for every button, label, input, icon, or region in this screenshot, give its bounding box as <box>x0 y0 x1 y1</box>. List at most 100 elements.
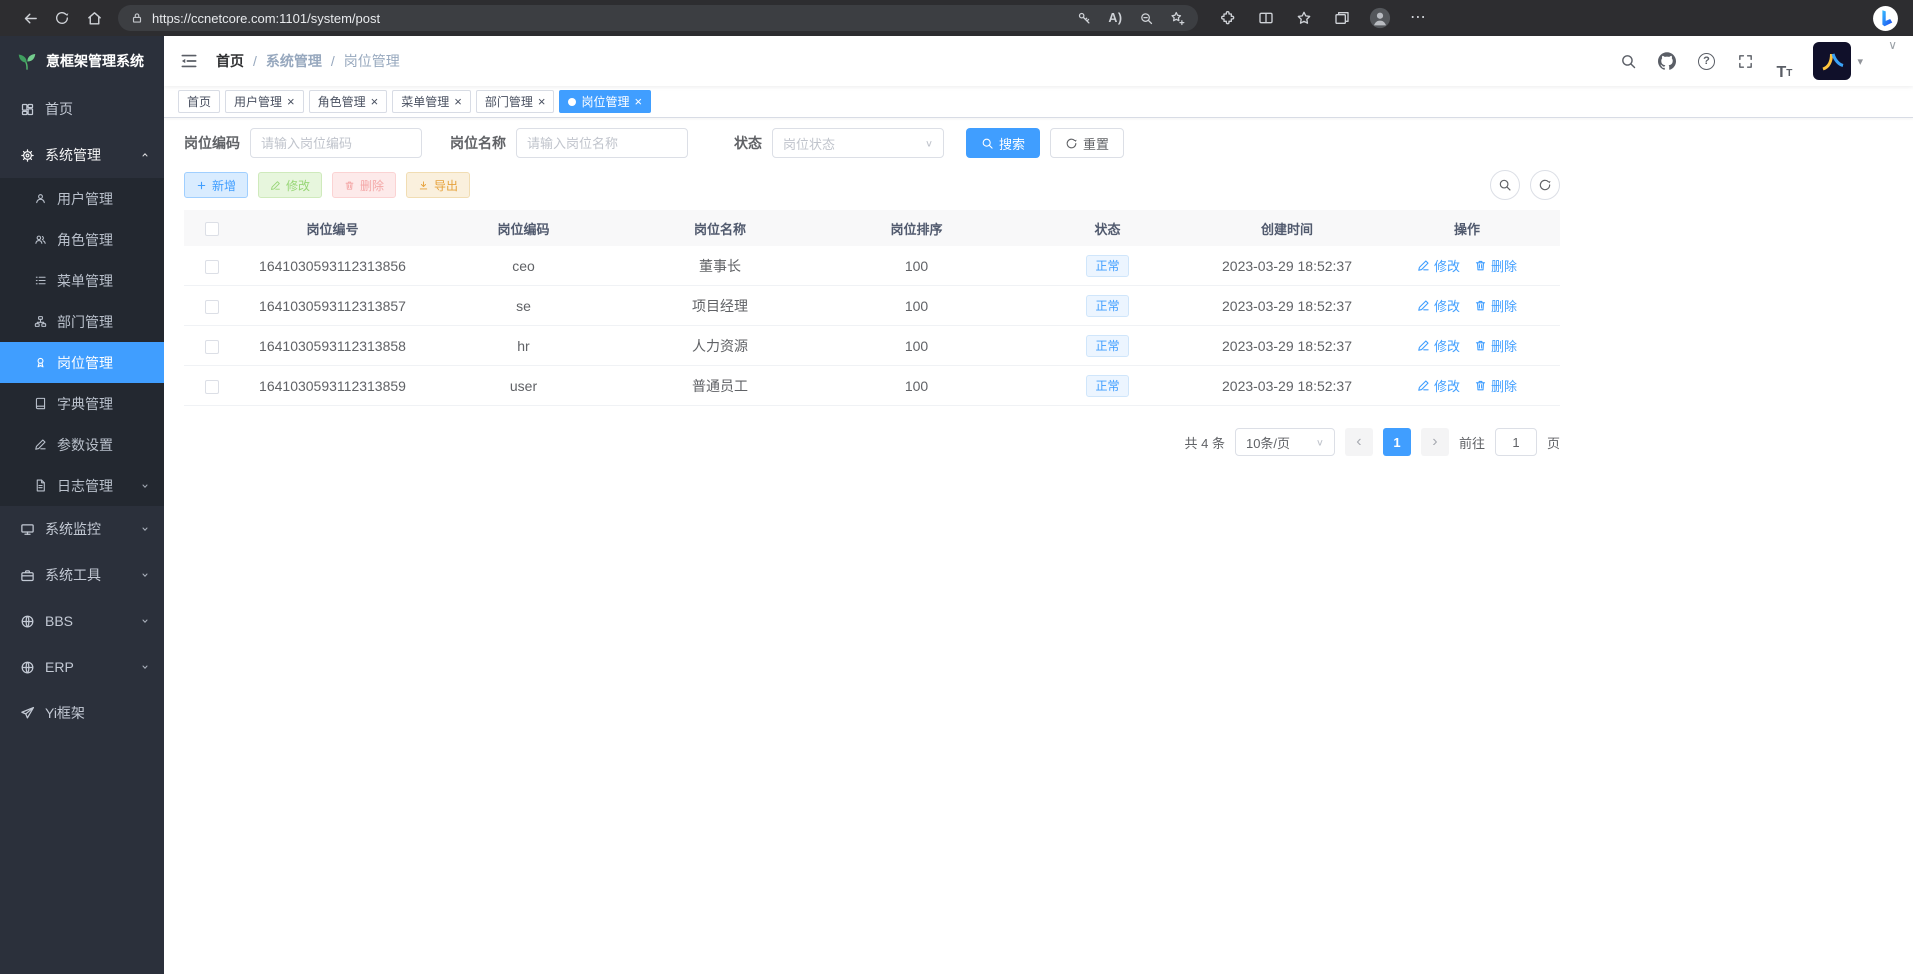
close-icon[interactable]: × <box>454 95 462 108</box>
plus-icon <box>196 180 207 191</box>
extensions-button[interactable] <box>1212 3 1244 33</box>
row-delete-button[interactable]: 删除 <box>1474 336 1517 355</box>
edit-pen-icon <box>1417 339 1430 352</box>
header-search-button[interactable] <box>1612 41 1644 81</box>
post-name-input[interactable] <box>516 128 688 158</box>
tree-icon <box>34 315 47 328</box>
row-delete-button[interactable]: 删除 <box>1474 376 1517 395</box>
close-icon[interactable]: × <box>634 95 642 108</box>
prev-page-button[interactable]: ‹ <box>1345 428 1373 456</box>
sidebar-item-role-mgmt[interactable]: 角色管理 <box>0 219 164 260</box>
sidebar-item-post-mgmt[interactable]: 岗位管理 <box>0 342 164 383</box>
tab-label: 岗位管理 <box>581 93 629 110</box>
sidebar-item-yi-framework[interactable]: Yi框架 <box>0 690 164 736</box>
browser-profile-button[interactable] <box>1364 3 1396 33</box>
refresh-table-button[interactable] <box>1530 170 1560 200</box>
chevron-down-icon <box>139 661 151 673</box>
browser-menu-button[interactable]: ⋯ <box>1402 3 1434 33</box>
goto-page-input[interactable] <box>1495 428 1537 456</box>
search-button[interactable]: 搜索 <box>966 128 1040 158</box>
sidebar-item-bbs[interactable]: BBS <box>0 598 164 644</box>
read-aloud-button[interactable]: A) <box>1101 6 1130 30</box>
row-edit-button[interactable]: 修改 <box>1417 256 1460 275</box>
add-favorite-button[interactable] <box>1163 6 1192 30</box>
edit-button[interactable]: 修改 <box>258 172 322 198</box>
tab-post-mgmt[interactable]: 岗位管理 × <box>559 90 651 113</box>
tab-user-mgmt[interactable]: 用户管理× <box>225 90 304 113</box>
sidebar-item-system[interactable]: 系统管理 <box>0 132 164 178</box>
row-delete-button[interactable]: 删除 <box>1474 256 1517 275</box>
row-checkbox[interactable] <box>205 380 219 394</box>
tab-label: 首页 <box>187 93 211 110</box>
text-size-small-glyph: T <box>1786 67 1792 81</box>
edit-pen-icon <box>1417 299 1430 312</box>
tab-dept-mgmt[interactable]: 部门管理× <box>476 90 555 113</box>
tab-role-mgmt[interactable]: 角色管理× <box>309 90 388 113</box>
sidebar-item-erp[interactable]: ERP <box>0 644 164 690</box>
post-code-input[interactable] <box>250 128 422 158</box>
close-icon[interactable]: × <box>538 95 546 108</box>
browser-reload-button[interactable] <box>46 3 78 33</box>
reload-icon <box>54 10 70 26</box>
password-key-button[interactable] <box>1070 6 1099 30</box>
sidebar-item-dict-mgmt[interactable]: 字典管理 <box>0 383 164 424</box>
row-checkbox[interactable] <box>205 340 219 354</box>
font-size-button[interactable]: TT <box>1768 41 1800 81</box>
sidebar-item-monitor[interactable]: 系统监控 <box>0 506 164 552</box>
status-label: 状态 <box>734 133 762 153</box>
delete-button[interactable]: 删除 <box>332 172 396 198</box>
post-badge-icon <box>34 356 47 369</box>
add-button[interactable]: 新增 <box>184 172 248 198</box>
toggle-search-button[interactable] <box>1490 170 1520 200</box>
tab-menu-mgmt[interactable]: 菜单管理× <box>392 90 471 113</box>
split-screen-button[interactable] <box>1250 3 1282 33</box>
col-post-sort: 岗位排序 <box>818 219 1015 238</box>
row-edit-button[interactable]: 修改 <box>1417 376 1460 395</box>
zoom-out-button[interactable] <box>1132 6 1161 30</box>
sidebar-item-user-mgmt[interactable]: 用户管理 <box>0 178 164 219</box>
sidebar-toggle-button[interactable] <box>164 36 214 86</box>
copilot-button[interactable] <box>1869 2 1901 34</box>
tab-home[interactable]: 首页 <box>178 90 220 113</box>
reset-button[interactable]: 重置 <box>1050 128 1124 158</box>
close-icon[interactable]: × <box>371 95 379 108</box>
github-button[interactable] <box>1651 41 1683 81</box>
row-delete-button[interactable]: 删除 <box>1474 296 1517 315</box>
row-checkbox[interactable] <box>205 260 219 274</box>
favorites-button[interactable] <box>1288 3 1320 33</box>
browser-home-button[interactable] <box>78 3 110 33</box>
sidebar-item-log-mgmt[interactable]: 日志管理 <box>0 465 164 506</box>
sidebar-item-home[interactable]: 首页 <box>0 86 164 132</box>
page-number-1[interactable]: 1 <box>1383 428 1411 456</box>
sidebar-item-tools[interactable]: 系统工具 <box>0 552 164 598</box>
row-edit-button[interactable]: 修改 <box>1417 296 1460 315</box>
sidebar-item-menu-mgmt[interactable]: 菜单管理 <box>0 260 164 301</box>
browser-back-button[interactable] <box>14 3 46 33</box>
page-size-select[interactable]: 10条/页 ∨ <box>1235 428 1335 456</box>
sidebar-item-dept-mgmt[interactable]: 部门管理 <box>0 301 164 342</box>
select-all-checkbox[interactable] <box>205 222 219 236</box>
breadcrumb-item-home[interactable]: 首页 <box>216 51 244 71</box>
col-created: 创建时间 <box>1200 219 1374 238</box>
address-bar[interactable]: https://ccnetcore.com:1101/system/post A… <box>118 5 1198 31</box>
site-info-lock-icon[interactable] <box>130 11 144 25</box>
table-row: 1641030593112313858 hr 人力资源 100 正常 2023-… <box>184 326 1560 366</box>
sidebar-item-param-settings[interactable]: 参数设置 <box>0 424 164 465</box>
close-icon[interactable]: × <box>287 95 295 108</box>
cell-post-code: hr <box>425 338 622 354</box>
sidebar-item-label: 系统管理 <box>45 145 101 165</box>
row-checkbox[interactable] <box>205 300 219 314</box>
reset-button-label: 重置 <box>1083 134 1109 153</box>
next-page-button[interactable]: › <box>1421 428 1449 456</box>
cell-post-sort: 100 <box>818 378 1015 394</box>
collections-button[interactable] <box>1326 3 1358 33</box>
filter-form: 岗位编码 岗位名称 状态 岗位状态 ∨ 搜索 <box>184 128 1560 158</box>
row-edit-button[interactable]: 修改 <box>1417 336 1460 355</box>
user-menu[interactable]: ▾ <box>1813 42 1863 80</box>
puzzle-icon <box>1220 10 1236 26</box>
flyout-caret-icon[interactable]: ∨ <box>1888 38 1897 52</box>
export-button[interactable]: 导出 <box>406 172 470 198</box>
help-doc-button[interactable]: ? <box>1690 41 1722 81</box>
fullscreen-button[interactable] <box>1729 41 1761 81</box>
status-select[interactable]: 岗位状态 ∨ <box>772 128 944 158</box>
